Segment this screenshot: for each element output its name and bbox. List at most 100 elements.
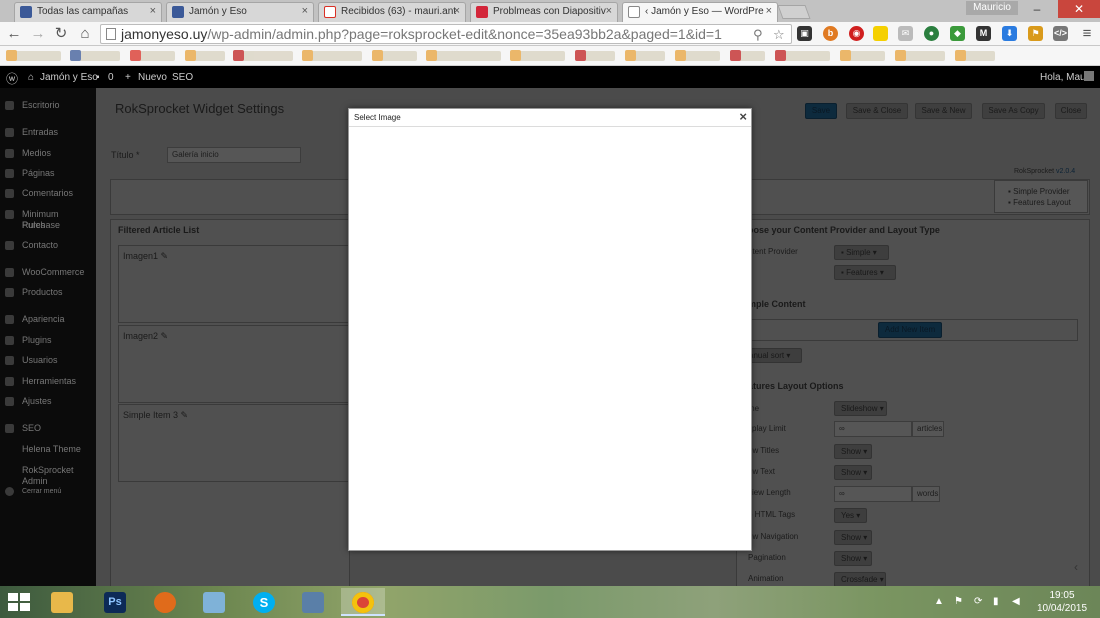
admin-bar-comments-count[interactable]: 0 (108, 72, 114, 83)
close-icon[interactable]: × (454, 5, 460, 17)
sidebar-item-herramientas[interactable]: Herramientas (0, 376, 96, 387)
admin-bar-seo[interactable]: SEO (172, 72, 193, 83)
sidebar-item-escritorio[interactable]: Escritorio (0, 100, 96, 111)
save-copy-button[interactable]: Save As Copy (982, 103, 1045, 119)
bookmark[interactable] (510, 50, 565, 61)
bookmark[interactable] (372, 50, 417, 61)
search-icon[interactable]: ⚲ (753, 27, 763, 43)
taskbar-app-calculator[interactable] (291, 588, 335, 616)
browser-tab-active[interactable]: ‹ Jamón y Eso — WordPre × (622, 2, 778, 22)
scroll-handle-icon[interactable]: ‹ (1074, 560, 1078, 574)
sidebar-item-ajustes[interactable]: Ajustes (0, 396, 96, 407)
new-tab-button[interactable] (777, 5, 811, 19)
sidebar-item-productos[interactable]: Productos (0, 287, 96, 298)
taskbar-app-skype[interactable]: S (242, 588, 286, 616)
chrome-menu-icon[interactable]: ≡ (1078, 25, 1096, 43)
bookmark[interactable] (955, 50, 995, 61)
pagination-select[interactable]: Show ▾ (834, 551, 872, 566)
bookmark[interactable] (840, 50, 885, 61)
window-close-button[interactable]: ✕ (1058, 0, 1100, 18)
avatar[interactable] (1084, 71, 1094, 81)
sidebar-item-medios[interactable]: Medios (0, 148, 96, 159)
back-button[interactable]: ← (5, 25, 23, 43)
preview-length-input[interactable]: ∞ (834, 486, 912, 502)
taskbar-app-photoshop[interactable]: Ps (93, 588, 137, 616)
bookmark[interactable] (302, 50, 362, 61)
extension-icon[interactable]: b (823, 26, 838, 41)
minimize-button[interactable]: – (1024, 0, 1050, 18)
pencil-icon[interactable]: ✎ (161, 251, 169, 261)
extension-icon[interactable]: ◉ (849, 26, 864, 41)
extension-icon[interactable] (873, 26, 888, 41)
admin-bar-new[interactable]: Nuevo (138, 72, 167, 83)
theme-select[interactable]: Slideshow ▾ (834, 401, 887, 416)
strip-html-select[interactable]: Yes ▾ (834, 508, 867, 523)
show-navigation-select[interactable]: Show ▾ (834, 530, 872, 545)
wordpress-logo-icon[interactable]: ⓦ (6, 70, 18, 87)
taskbar-app-notes[interactable] (192, 588, 236, 616)
flag-icon[interactable]: ⚑ (954, 596, 963, 607)
close-icon[interactable]: × (606, 5, 612, 17)
extension-icon[interactable]: </> (1053, 26, 1068, 41)
sidebar-item-rules[interactable]: Rules (0, 220, 96, 231)
show-hidden-icons[interactable]: ▲ (934, 596, 944, 607)
volume-icon[interactable]: ◀ (1012, 596, 1020, 607)
browser-tab[interactable]: Problmeas con Diapositiv × (470, 2, 618, 22)
sidebar-item-cerrar-menu[interactable]: Cerrar menú (0, 486, 96, 497)
system-clock[interactable]: 19:05 10/04/2015 (1036, 589, 1088, 615)
bookmark[interactable] (895, 50, 945, 61)
taskbar-app-file-explorer[interactable] (40, 588, 84, 616)
extension-icon[interactable]: M (976, 26, 991, 41)
home-button[interactable]: ⌂ (76, 25, 94, 43)
bookmark[interactable] (233, 50, 293, 61)
bookmark[interactable] (70, 50, 120, 61)
sidebar-item-seo[interactable]: SEO (0, 423, 96, 434)
admin-bar-site-name[interactable]: Jamón y Eso (40, 72, 98, 83)
extension-icon[interactable]: ● (924, 26, 939, 41)
windows-start-button[interactable] (8, 593, 30, 611)
title-field[interactable]: Galería inicio (167, 147, 301, 163)
close-button[interactable]: Close (1055, 103, 1087, 119)
extension-icon[interactable]: ▣ (797, 26, 812, 41)
bookmark[interactable] (575, 50, 615, 61)
extension-icon[interactable]: ⚑ (1028, 26, 1043, 41)
network-icon[interactable]: ▮ (993, 596, 999, 607)
show-text-select[interactable]: Show ▾ (834, 465, 872, 480)
mail-icon[interactable]: ✉ (898, 26, 913, 41)
sidebar-item-comentarios[interactable]: Comentarios (0, 188, 96, 199)
sidebar-item-helena-theme[interactable]: Helena Theme (0, 444, 96, 455)
bookmark[interactable] (426, 50, 501, 61)
pencil-icon[interactable]: ✎ (161, 331, 169, 341)
browser-tab[interactable]: Todas las campañas × (14, 2, 162, 22)
sync-icon[interactable]: ⟳ (974, 596, 982, 607)
modal-close-button[interactable]: × (739, 109, 747, 125)
content-provider-select[interactable]: ▪ Simple ▾ (834, 245, 889, 260)
pencil-icon[interactable]: ✎ (181, 410, 189, 420)
add-new-item-button[interactable]: Add New Item (878, 322, 942, 338)
taskbar-app-chrome[interactable] (341, 588, 385, 616)
sidebar-item-plugins[interactable]: Plugins (0, 335, 96, 346)
extension-icon[interactable]: ⬇ (1002, 26, 1017, 41)
save-new-button[interactable]: Save & New (915, 103, 972, 119)
taskbar-app-firefox[interactable] (143, 588, 187, 616)
sidebar-item-apariencia[interactable]: Apariencia (0, 314, 96, 325)
bookmark[interactable] (185, 50, 225, 61)
sidebar-item-roksprocket-admin[interactable]: RokSprocket Admin (0, 465, 96, 487)
display-limit-input[interactable]: ∞ (834, 421, 912, 437)
close-icon[interactable]: × (150, 5, 156, 17)
close-icon[interactable]: × (302, 5, 308, 17)
show-titles-select[interactable]: Show ▾ (834, 444, 872, 459)
extension-icon[interactable]: ◆ (950, 26, 965, 41)
star-icon[interactable]: ☆ (773, 27, 785, 43)
close-icon[interactable]: × (766, 5, 772, 17)
profile-name[interactable]: Mauricio (966, 1, 1018, 15)
address-bar[interactable]: jamonyeso.uy/wp-admin/admin.php?page=rok… (100, 24, 792, 44)
browser-tab[interactable]: Recibidos (63) - mauri.ant × (318, 2, 466, 22)
bookmark[interactable] (775, 50, 830, 61)
bookmark[interactable] (130, 50, 175, 61)
bookmark[interactable] (6, 50, 61, 61)
animation-select[interactable]: Crossfade ▾ (834, 572, 886, 586)
sidebar-item-entradas[interactable]: Entradas (0, 127, 96, 138)
sidebar-item-woocommerce[interactable]: WooCommerce (0, 267, 96, 278)
browser-tab[interactable]: Jamón y Eso × (166, 2, 314, 22)
